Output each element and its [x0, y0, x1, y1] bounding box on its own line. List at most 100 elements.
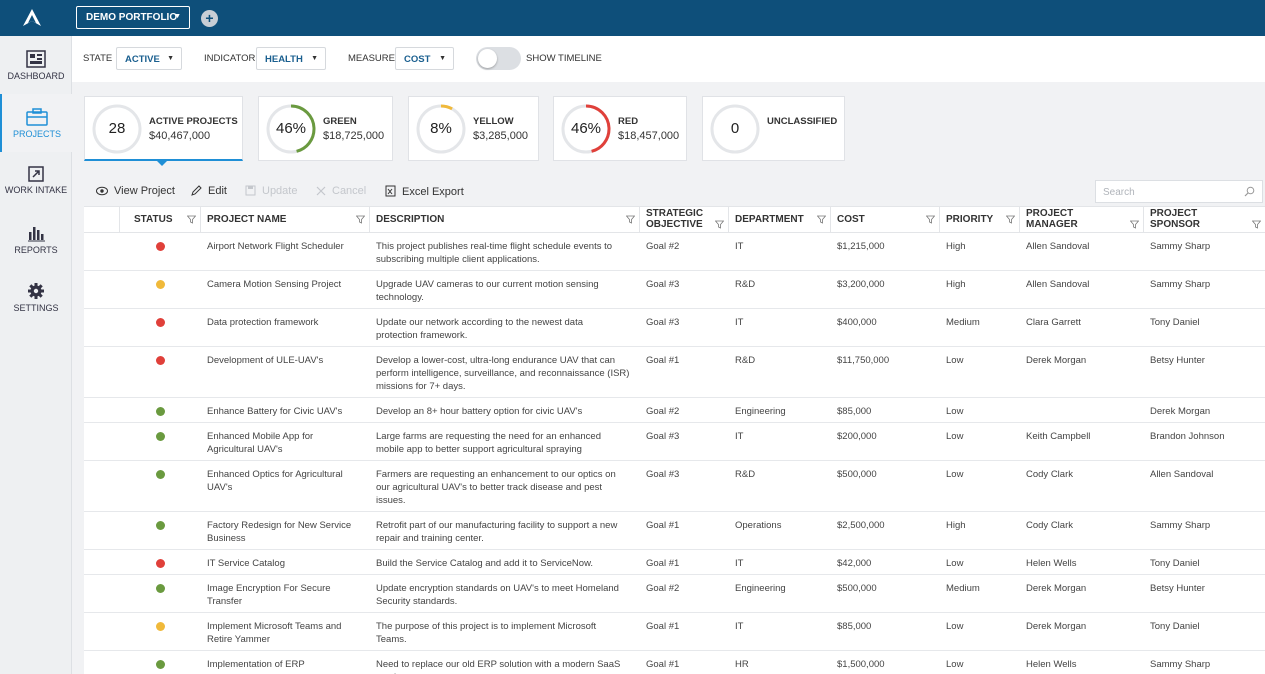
update-button[interactable]: Update: [245, 185, 297, 197]
filter-icon[interactable]: [926, 215, 935, 224]
table-row[interactable]: Enhanced Mobile App for Agricultural UAV'…: [84, 423, 1265, 461]
sidebar-item-reports[interactable]: REPORTS: [0, 210, 72, 268]
column-label-line: STRATEGIC: [646, 208, 704, 219]
briefcase-icon: [26, 108, 48, 126]
sponsor-cell: Allen Sandoval: [1150, 469, 1214, 480]
status-dot: [156, 407, 165, 416]
sponsor-cell: Brandon Johnson: [1150, 431, 1225, 442]
measure-dropdown[interactable]: COST ▼: [395, 47, 454, 70]
column-header-department[interactable]: DEPARTMENT: [729, 207, 831, 233]
cost-cell: $200,000: [837, 431, 877, 442]
column-label-line: PROJECT: [1026, 208, 1074, 219]
table-row[interactable]: Enhance Battery for Civic UAV's Develop a…: [84, 398, 1265, 423]
state-dropdown[interactable]: ACTIVE ▼: [116, 47, 182, 70]
description-cell: Develop an 8+ hour battery option for ci…: [376, 405, 582, 418]
sponsor-cell: Derek Morgan: [1150, 406, 1211, 417]
column-header-description[interactable]: DESCRIPTION: [370, 207, 640, 233]
column-header-priority[interactable]: PRIORITY: [940, 207, 1020, 233]
column-header-project-manager[interactable]: PROJECT MANAGER: [1020, 207, 1144, 233]
filter-icon[interactable]: [715, 220, 724, 229]
filter-bar: STATE ACTIVE ▼ INDICATOR HEALTH ▼ MEASUR…: [72, 36, 1265, 82]
table-row[interactable]: Enhanced Optics for Agricultural UAV's Far…: [84, 461, 1265, 512]
sidebar-item-projects[interactable]: PROJECTS: [0, 94, 72, 152]
kpi-title: GREEN: [323, 116, 357, 127]
project-name-cell: IT Service Catalog: [207, 557, 285, 570]
chevron-down-icon: ▼: [439, 55, 446, 62]
app-logo-icon[interactable]: [22, 8, 42, 28]
table-row[interactable]: IT Service Catalog Build the Service Cata…: [84, 550, 1265, 575]
filter-icon[interactable]: [187, 215, 196, 224]
column-header-project-sponsor[interactable]: PROJECT SPONSOR: [1144, 207, 1265, 233]
description-cell: This project publishes real-time flight …: [376, 240, 612, 266]
project-name-cell-line: IT Service Catalog: [207, 558, 285, 569]
table-row[interactable]: Image Encryption For Secure Transfer Updat…: [84, 575, 1265, 613]
column-header-strategic-objective[interactable]: STRATEGIC OBJECTIVE: [640, 207, 729, 233]
department-cell: Engineering: [735, 583, 786, 594]
kpi-value: 28: [108, 120, 126, 137]
cost-cell: $85,000: [837, 406, 872, 417]
priority-cell: Low: [946, 431, 964, 442]
cost-cell: $11,750,000: [837, 355, 890, 366]
indicator-value: HEALTH: [265, 54, 303, 65]
filter-icon[interactable]: [626, 215, 635, 224]
sidebar-item-settings[interactable]: SETTINGS: [0, 268, 72, 326]
kpi-title: UNCLASSIFIED: [767, 116, 838, 127]
kpi-title: YELLOW: [473, 116, 514, 127]
description-cell-line: The purpose of this project is to implem…: [376, 621, 597, 632]
status-dot: [156, 432, 165, 441]
filter-icon[interactable]: [356, 215, 365, 224]
search-input[interactable]: Search: [1095, 180, 1263, 203]
department-cell: R&D: [735, 279, 756, 290]
portfolio-dropdown[interactable]: DEMO PORTFOLIO ▼: [76, 6, 190, 29]
measure-label: MEASURE: [348, 53, 395, 64]
show-timeline-toggle[interactable]: [476, 47, 521, 70]
indicator-dropdown[interactable]: HEALTH ▼: [256, 47, 326, 70]
project-name-cell-line: Data protection framework: [207, 317, 319, 328]
table-row[interactable]: Data protection framework Update our netw…: [84, 309, 1265, 347]
column-label-line: MANAGER: [1026, 219, 1078, 230]
table-row[interactable]: Development of ULE-UAV's Develop a lower-…: [84, 347, 1265, 398]
kpi-card-active-projects[interactable]: 28 ACTIVE PROJECTS $40,467,000: [84, 96, 243, 166]
cancel-button[interactable]: Cancel: [316, 185, 366, 197]
column-header-cost[interactable]: COST: [831, 207, 940, 233]
edit-button[interactable]: Edit: [191, 185, 227, 197]
project-name-cell: Image Encryption For Secure Transfer: [207, 582, 331, 608]
column-header-status[interactable]: STATUS: [120, 207, 201, 233]
view-project-button[interactable]: View Project: [96, 185, 175, 197]
column-label-line: PROJECT: [1150, 208, 1198, 219]
filter-icon[interactable]: [1252, 220, 1261, 229]
save-icon: [245, 185, 256, 196]
add-portfolio-button[interactable]: +: [201, 10, 218, 27]
project-name-cell-line: Implementation of ERP: [207, 659, 305, 670]
description-cell: Large farms are requesting the need for …: [376, 430, 601, 456]
sponsor-cell: Sammy Sharp: [1150, 279, 1211, 290]
column-label: PROJECT SPONSOR: [1150, 208, 1200, 230]
filter-icon[interactable]: [1130, 220, 1139, 229]
project-name-cell: Development of ULE-UAV's: [207, 354, 323, 367]
kpi-card-green[interactable]: 46% GREEN $18,725,000: [258, 96, 393, 161]
priority-cell: Medium: [946, 583, 980, 594]
description-cell-line: Develop a lower-cost, ultra-long enduran…: [376, 355, 616, 366]
pencil-icon: [191, 185, 202, 196]
table-row[interactable]: Implement Microsoft Teams and Retire Yamm…: [84, 613, 1265, 651]
table-row[interactable]: Implementation of ERP Need to replace our…: [84, 651, 1265, 674]
table-row[interactable]: Airport Network Flight Scheduler This pro…: [84, 233, 1265, 271]
sidebar-item-label: WORK INTAKE: [4, 185, 68, 195]
status-dot: [156, 356, 165, 365]
sidebar-item-dashboard[interactable]: DASHBOARD: [0, 36, 72, 94]
table-row[interactable]: Factory Redesign for New Service Business…: [84, 512, 1265, 550]
kpi-card-unclassified[interactable]: 0 UNCLASSIFIED: [702, 96, 845, 161]
column-header-project-name[interactable]: PROJECT NAME: [201, 207, 370, 233]
sponsor-cell: Tony Daniel: [1150, 621, 1200, 632]
projects-table: STATUS PROJECT NAME DESCRIPTION STRATEGI…: [84, 206, 1265, 674]
excel-export-button[interactable]: Excel Export: [385, 185, 464, 198]
filter-icon[interactable]: [817, 215, 826, 224]
kpi-card-yellow[interactable]: 8% YELLOW $3,285,000: [408, 96, 539, 161]
sidebar-item-work-intake[interactable]: WORK INTAKE: [0, 152, 72, 210]
kpi-card-red[interactable]: 46% RED $18,457,000: [553, 96, 687, 161]
filter-icon[interactable]: [1006, 215, 1015, 224]
project-name-cell: Enhance Battery for Civic UAV's: [207, 405, 342, 418]
manager-cell: Cody Clark: [1026, 469, 1073, 480]
table-row[interactable]: Camera Motion Sensing Project Upgrade UAV…: [84, 271, 1265, 309]
sidebar-item-label: SETTINGS: [13, 303, 59, 313]
